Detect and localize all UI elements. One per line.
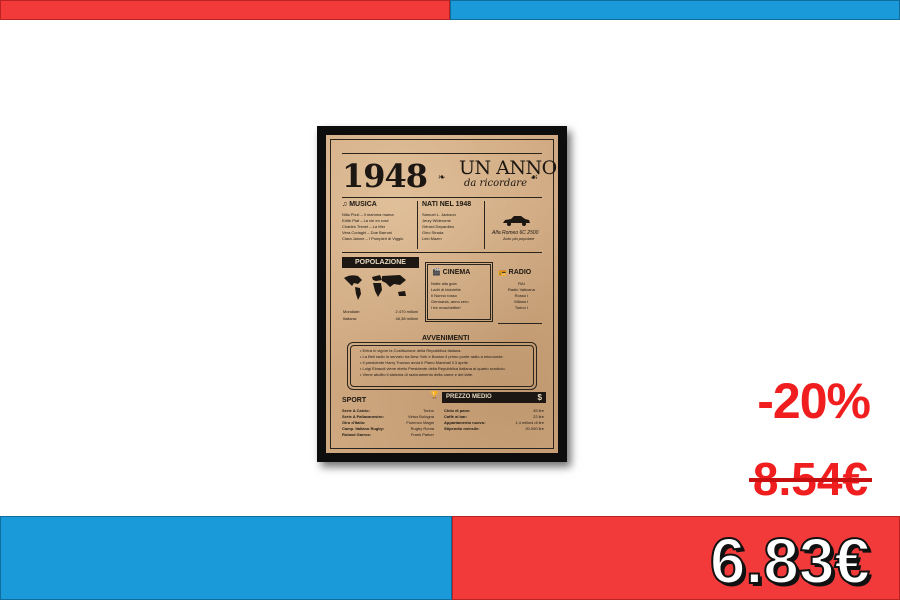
- section-rule: [498, 323, 542, 324]
- list-item: I tre moschettieri: [431, 305, 461, 310]
- list-item: • Viene abolito il sistema di razionamen…: [360, 372, 474, 377]
- prezzo-heading: PREZZO MEDIO: [446, 394, 492, 400]
- nati-list: Samuel L. Jackson Jerzy Widerome Gérard …: [422, 212, 456, 242]
- radio-icon: 📻: [498, 269, 509, 276]
- poster-year: 1948: [342, 157, 428, 195]
- list-item: Torino I: [514, 305, 528, 310]
- sport-row: Giro d'Italia: Fiorenzo Magni: [342, 420, 434, 425]
- poster-frame: 1948 ❧ ☙ UN ANNO da ricordare ♫ MUSICA N…: [317, 126, 567, 462]
- header-bottom-rule: [342, 197, 542, 198]
- strikethrough-line: [748, 478, 872, 482]
- dollar-icon: $: [537, 393, 542, 402]
- discount-badge: -20%: [757, 373, 871, 429]
- popolazione-row: Italiana: 46,38 milioni: [343, 316, 418, 321]
- new-price: 6.83€: [709, 524, 871, 598]
- car-icon: [503, 216, 530, 226]
- divider: [484, 201, 485, 249]
- cinema-list: Notte alla gola Ladri di biciclette Il N…: [431, 281, 469, 311]
- sport-heading: SPORT: [342, 397, 367, 404]
- avvenimenti-heading: AVVENIMENTI: [422, 335, 470, 342]
- musica-heading: ♫ MUSICA: [342, 201, 377, 208]
- popolazione-heading: POPOLAZIONE: [342, 257, 419, 268]
- poster-title: UN ANNO: [459, 157, 557, 179]
- sport-row: Serie A Pallacanestro: Virtus Bologna: [342, 414, 434, 419]
- cinema-heading: 🎬 CINEMA: [432, 269, 471, 276]
- list-item: Lelo Mazm: [422, 236, 442, 241]
- world-map-icon: [344, 275, 406, 300]
- sport-row: Roland Garros: Frank Parker: [342, 432, 434, 437]
- list-item: Clara Jaione – I Pompieri di Viggiù: [342, 236, 404, 241]
- car-caption: Auto più popolare: [503, 236, 535, 241]
- radio-heading: 📻 RADIO: [498, 269, 532, 276]
- prezzo-row: Chilo di pane: 45 lire: [444, 408, 544, 413]
- top-right-banner: [450, 0, 900, 20]
- poster-paper: 1948 ❧ ☙ UN ANNO da ricordare ♫ MUSICA N…: [326, 135, 558, 453]
- avvenimenti-list: • Entra in vigore la Costituzione della …: [360, 348, 506, 378]
- musica-list: Nilla Pizzi – Il mamma mama Edith Piaf –…: [342, 212, 403, 242]
- prezzo-row: Appartamento nuovo: 1,4 milioni di lire: [444, 420, 544, 425]
- clapperboard-icon: 🎬: [432, 269, 443, 276]
- popolazione-box: POPOLAZIONE Mondiale: 2.470 milioni Itali…: [342, 257, 419, 333]
- divider: [417, 201, 418, 249]
- trophy-icon: 🏆: [430, 392, 439, 399]
- prezzo-row: Stipendio mensile: 20.000 lire: [444, 426, 544, 431]
- prezzo-heading-bar: PREZZO MEDIO $: [442, 392, 546, 403]
- sport-row: Serie A Calcio: Torino: [342, 408, 434, 413]
- poster-subtitle: da ricordare: [464, 178, 527, 189]
- bottom-left-banner: [0, 516, 452, 600]
- top-left-banner: [0, 0, 450, 20]
- old-price: 8.54€: [748, 452, 872, 506]
- section-rule: [342, 252, 542, 253]
- nati-heading: NATI NEL 1948: [422, 201, 472, 208]
- popolazione-row: Mondiale: 2.470 milioni: [343, 309, 418, 314]
- prezzo-row: Caffè al bar: 22 lire: [444, 414, 544, 419]
- header-top-rule: [342, 153, 542, 154]
- radio-list: RAI Radio Vaticana Rosso I Milano I Tori…: [508, 281, 535, 311]
- sport-row: Camp. Italiano Rugby: Rugby Roma: [342, 426, 434, 431]
- swirl-left-icon: ❧: [438, 172, 446, 182]
